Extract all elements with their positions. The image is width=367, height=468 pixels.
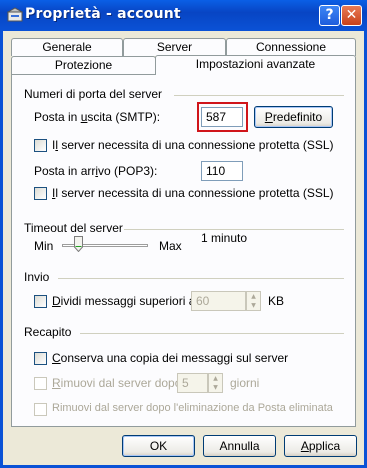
delivery-group-label: Recapito: [24, 325, 72, 339]
apply-button[interactable]: Applica: [284, 435, 357, 457]
split-size-unit: KB: [268, 294, 285, 308]
send-group-label: Invio: [24, 270, 50, 284]
remove-after-days-spinner[interactable]: ▲ ▼: [208, 373, 223, 393]
window-title: Proprietà - account: [25, 6, 181, 22]
smtp-port-label: Posta in uscita (SMTP):: [34, 110, 161, 124]
spin-down-icon: ▼: [213, 384, 218, 391]
timeout-max-label: Max: [159, 239, 182, 253]
spin-up-icon: ▲: [251, 293, 256, 300]
advanced-settings-panel: Numeri di porta del server Posta in usci…: [11, 74, 356, 427]
tab-generale[interactable]: Generale: [11, 38, 123, 56]
pop3-ssl-label: Il server necessita di una connessione p…: [52, 186, 334, 200]
remove-after-label: Rimuovi dal server dopo: [52, 376, 182, 390]
close-button[interactable]: ✕: [341, 5, 362, 26]
title-bar: Proprietà - account ? ✕: [0, 0, 367, 31]
timeout-min-label: Min: [34, 239, 54, 253]
cancel-button[interactable]: Annulla: [203, 435, 276, 457]
remove-after-checkbox[interactable]: [34, 377, 47, 390]
timeout-group-divider: [124, 229, 344, 230]
ports-group-divider: [174, 95, 344, 96]
split-size-spinner[interactable]: ▲ ▼: [246, 291, 261, 311]
account-properties-icon: [7, 7, 23, 22]
timeout-group-label: Timeout del server: [24, 221, 123, 235]
timeout-value-label: 1 minuto: [201, 231, 248, 245]
tab-impostazioni-avanzate[interactable]: Impostazioni avanzate: [155, 55, 356, 75]
keep-copy-checkbox[interactable]: [34, 352, 47, 365]
default-ports-button[interactable]: Predefinito: [254, 106, 333, 128]
split-messages-label: Dividi messaggi superiori a: [52, 294, 196, 308]
timeout-slider-thumb[interactable]: [74, 236, 83, 252]
pop3-port-label: Posta in arrivo (POP3):: [34, 164, 158, 178]
tab-server[interactable]: Server: [123, 38, 226, 56]
split-size-input[interactable]: 60: [191, 291, 246, 311]
keep-copy-label: Conserva una copia dei messaggi sul serv…: [52, 351, 289, 365]
ports-group-label: Numeri di porta del server: [24, 87, 163, 101]
remove-after-days-input[interactable]: 5: [177, 373, 208, 393]
send-group-divider: [58, 278, 344, 279]
split-messages-checkbox[interactable]: [34, 295, 47, 308]
smtp-ssl-label: Il server necessita di una connessione p…: [52, 138, 334, 152]
smtp-ssl-checkbox[interactable]: [34, 139, 47, 152]
pop3-port-input[interactable]: 110: [201, 161, 243, 181]
close-icon: ✕: [345, 7, 358, 23]
tab-protezione[interactable]: Protezione: [11, 56, 156, 74]
smtp-port-input[interactable]: 587: [201, 107, 243, 127]
pop3-ssl-checkbox[interactable]: [34, 187, 47, 200]
help-button[interactable]: ?: [319, 5, 340, 26]
remove-when-deleted-label: Rimuovi dal server dopo l'eliminazione d…: [52, 402, 333, 414]
delivery-group-divider: [80, 333, 344, 334]
remove-when-deleted-checkbox[interactable]: [34, 403, 47, 416]
ok-button[interactable]: OK: [122, 435, 195, 457]
remove-after-days-unit: giorni: [230, 376, 260, 390]
help-icon: ?: [325, 7, 334, 23]
tab-connessione[interactable]: Connessione: [226, 38, 356, 56]
spin-up-icon: ▲: [213, 375, 218, 382]
spin-down-icon: ▼: [251, 302, 256, 309]
